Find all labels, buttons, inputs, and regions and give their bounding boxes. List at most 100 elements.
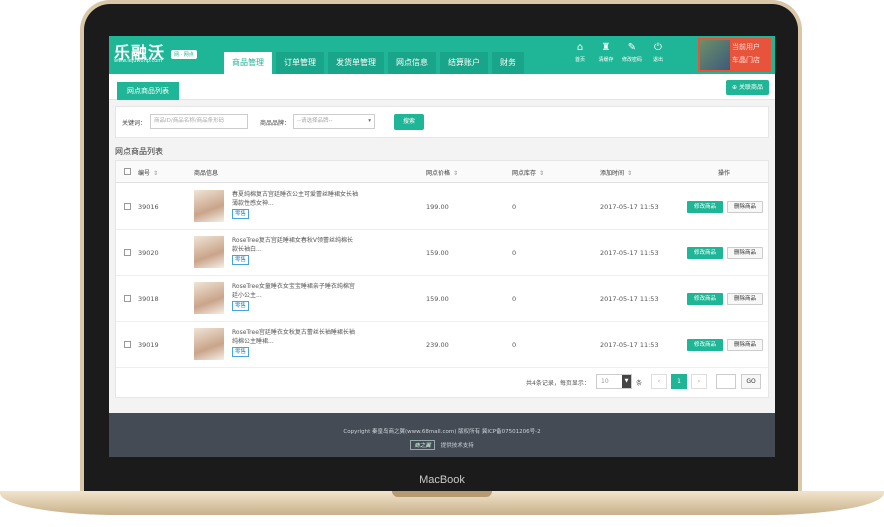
product-name[interactable]: RoseTree女童睡衣女宝宝睡裙亲子睡衣纯棉宫廷小公主... 零售 bbox=[232, 282, 358, 311]
product-thumbnail[interactable] bbox=[194, 236, 224, 268]
pagination: 共4条记录，每页显示： 10 条 ‹ 1 › GO bbox=[116, 368, 768, 398]
search-button[interactable]: 搜索 bbox=[394, 114, 424, 130]
delete-goods-button[interactable]: 删除商品 bbox=[727, 201, 763, 213]
per-page-unit: 条 bbox=[636, 380, 643, 387]
product-name[interactable]: 春夏纯棉复古宫廷睡衣公主可爱蕾丝睡裙女长袖薄款性感女神... 零售 bbox=[232, 190, 358, 219]
product-thumbnail[interactable] bbox=[194, 190, 224, 222]
table-row: 39019 RoseTree宫廷睡衣女秋复古蕾丝长袖睡裙长袖纯棉公主睡裙... 零… bbox=[116, 322, 768, 368]
tab-goods[interactable]: 商品管理 bbox=[224, 52, 272, 74]
col-stock[interactable]: 网点库存 ⇕ bbox=[512, 168, 544, 177]
next-page-button[interactable]: › bbox=[691, 374, 707, 389]
main-nav: 商品管理 订单管理 发货单管理 网点信息 结算账户 财务 bbox=[224, 52, 524, 74]
footer-logo[interactable]: 商之翼 bbox=[410, 440, 435, 450]
product-thumbnail[interactable] bbox=[194, 328, 224, 360]
product-name[interactable]: RoseTree宫廷睡衣女秋复古蕾丝长袖睡裙长袖纯棉公主睡裙... 零售 bbox=[232, 328, 358, 357]
row-stock: 0 bbox=[512, 203, 517, 211]
row-time: 2017-05-17 11:53 bbox=[600, 341, 659, 349]
keyword-label: 关键词： bbox=[122, 120, 147, 127]
product-name[interactable]: RoseTree复古宫廷睡裙女春秋V领蕾丝纯棉长款长袖白... 零售 bbox=[232, 236, 358, 265]
col-ops: 操作 bbox=[718, 170, 731, 177]
row-checkbox[interactable] bbox=[124, 203, 131, 210]
logout-shortcut[interactable]: ⏻ 退出 bbox=[645, 42, 671, 63]
row-id: 39016 bbox=[138, 203, 159, 211]
brand-select[interactable]: --请选择品牌-- ▾ bbox=[293, 114, 375, 129]
row-id: 39019 bbox=[138, 341, 159, 349]
row-checkbox[interactable] bbox=[124, 295, 131, 302]
retail-tag: 零售 bbox=[232, 347, 250, 357]
logo-url: www.lejuwohp.com bbox=[114, 58, 163, 64]
tab-outlet-info[interactable]: 网点信息 bbox=[388, 52, 436, 74]
link-goods-button[interactable]: ⊕ 关联商品 bbox=[726, 80, 769, 95]
support-text: 提供技术支持 bbox=[440, 443, 474, 449]
brand-select-value: --请选择品牌-- bbox=[297, 118, 333, 124]
prev-page-button[interactable]: ‹ bbox=[651, 374, 667, 389]
table-header: 编号 ⇕ 商品信息 网点价格 ⇕ 网点库存 ⇕ 添加时间 ⇕ 操作 bbox=[116, 161, 768, 183]
laptop-base-notch bbox=[392, 491, 492, 497]
brand-label: 商品品牌： bbox=[260, 120, 291, 127]
edit-goods-button[interactable]: 修改商品 bbox=[687, 293, 723, 305]
jump-page-input[interactable] bbox=[716, 374, 736, 389]
delete-goods-button[interactable]: 删除商品 bbox=[727, 339, 763, 351]
logo-badge: 网 · 网点 bbox=[171, 50, 197, 59]
go-button[interactable]: GO bbox=[741, 374, 761, 389]
clear-cache-label: 清缓存 bbox=[598, 57, 614, 63]
row-id: 39020 bbox=[138, 249, 159, 257]
tab-finance[interactable]: 财务 bbox=[492, 52, 524, 74]
row-price: 239.00 bbox=[426, 341, 449, 349]
retail-tag: 零售 bbox=[232, 209, 250, 219]
row-id: 39018 bbox=[138, 295, 159, 303]
tab-orders[interactable]: 订单管理 bbox=[276, 52, 324, 74]
delete-goods-button[interactable]: 删除商品 bbox=[727, 247, 763, 259]
tab-shipping[interactable]: 发货单管理 bbox=[328, 52, 384, 74]
col-time[interactable]: 添加时间 ⇕ bbox=[600, 168, 632, 177]
sub-bar: 网点商品列表 ⊕ 关联商品 bbox=[109, 74, 775, 100]
home-label: 首页 bbox=[574, 57, 585, 63]
current-user-box[interactable]: 当前用户 车晶门店 bbox=[698, 38, 771, 72]
home-shortcut[interactable]: ⌂ 首页 bbox=[567, 42, 593, 63]
user-text: 当前用户 车晶门店 bbox=[732, 38, 760, 72]
row-checkbox[interactable] bbox=[124, 249, 131, 256]
table-row: 39020 RoseTree复古宫廷睡裙女春秋V领蕾丝纯棉长款长袖白... 零售 … bbox=[116, 230, 768, 276]
col-id[interactable]: 编号 ⇕ bbox=[138, 168, 158, 177]
row-time: 2017-05-17 11:53 bbox=[600, 203, 659, 211]
power-icon: ⏻ bbox=[654, 42, 662, 53]
edit-goods-button[interactable]: 修改商品 bbox=[687, 247, 723, 259]
table-row: 39018 RoseTree女童睡衣女宝宝睡裙亲子睡衣纯棉宫廷小公主... 零售 … bbox=[116, 276, 768, 322]
sort-icon: ⇕ bbox=[539, 170, 545, 177]
delete-goods-button[interactable]: 删除商品 bbox=[727, 293, 763, 305]
logout-label: 退出 bbox=[652, 57, 663, 63]
select-all-checkbox[interactable] bbox=[124, 168, 131, 175]
row-time: 2017-05-17 11:53 bbox=[600, 295, 659, 303]
home-icon: ⌂ bbox=[576, 42, 584, 53]
clear-cache-shortcut[interactable]: ♜ 清缓存 bbox=[593, 42, 619, 63]
top-header: 乐融沃 www.lejuwohp.com 网 · 网点 商品管理 订单管理 发货… bbox=[109, 36, 775, 74]
tab-outlet-goods-list[interactable]: 网点商品列表 bbox=[117, 82, 179, 100]
record-summary: 共4条记录，每页显示： bbox=[526, 380, 590, 387]
per-page-select[interactable]: 10 bbox=[596, 374, 632, 389]
goods-table: 编号 ⇕ 商品信息 网点价格 ⇕ 网点库存 ⇕ 添加时间 ⇕ 操作 39016 春夏纯棉… bbox=[115, 160, 769, 398]
filter-bar: 关键词： 商品ID/商品名称/商品条形码 商品品牌： --请选择品牌-- ▾ 搜… bbox=[115, 106, 769, 138]
clear-cache-icon: ♜ bbox=[601, 42, 611, 53]
page-1-button[interactable]: 1 bbox=[671, 374, 687, 389]
product-thumbnail[interactable] bbox=[194, 282, 224, 314]
retail-tag: 零售 bbox=[232, 301, 250, 311]
wrench-icon: ✎ bbox=[627, 42, 637, 53]
shortcut-bar: ⌂ 首页 ♜ 清缓存 ✎ 修改密码 ⏻ 退出 bbox=[567, 42, 671, 63]
edit-goods-button[interactable]: 修改商品 bbox=[687, 201, 723, 213]
footer: Copyright 秦皇岛商之翼(www.68mall.com) 版权所有 冀I… bbox=[109, 413, 775, 457]
keyword-input[interactable]: 商品ID/商品名称/商品条形码 bbox=[150, 114, 248, 129]
caret-down-icon: ▾ bbox=[368, 118, 371, 124]
user-line1: 当前用户 bbox=[732, 43, 760, 51]
edit-goods-button[interactable]: 修改商品 bbox=[687, 339, 723, 351]
tab-settlement[interactable]: 结算账户 bbox=[440, 52, 488, 74]
col-price[interactable]: 网点价格 ⇕ bbox=[426, 168, 458, 177]
sort-icon: ⇕ bbox=[453, 170, 459, 177]
row-stock: 0 bbox=[512, 295, 517, 303]
support-line: 商之翼 提供技术支持 bbox=[109, 440, 775, 450]
row-stock: 0 bbox=[512, 249, 517, 257]
row-checkbox[interactable] bbox=[124, 341, 131, 348]
row-price: 159.00 bbox=[426, 249, 449, 257]
list-title: 网点商品列表 bbox=[115, 147, 163, 156]
copyright-text: Copyright 秦皇岛商之翼(www.68mall.com) 版权所有 冀I… bbox=[343, 429, 541, 435]
change-password-shortcut[interactable]: ✎ 修改密码 bbox=[619, 42, 645, 63]
